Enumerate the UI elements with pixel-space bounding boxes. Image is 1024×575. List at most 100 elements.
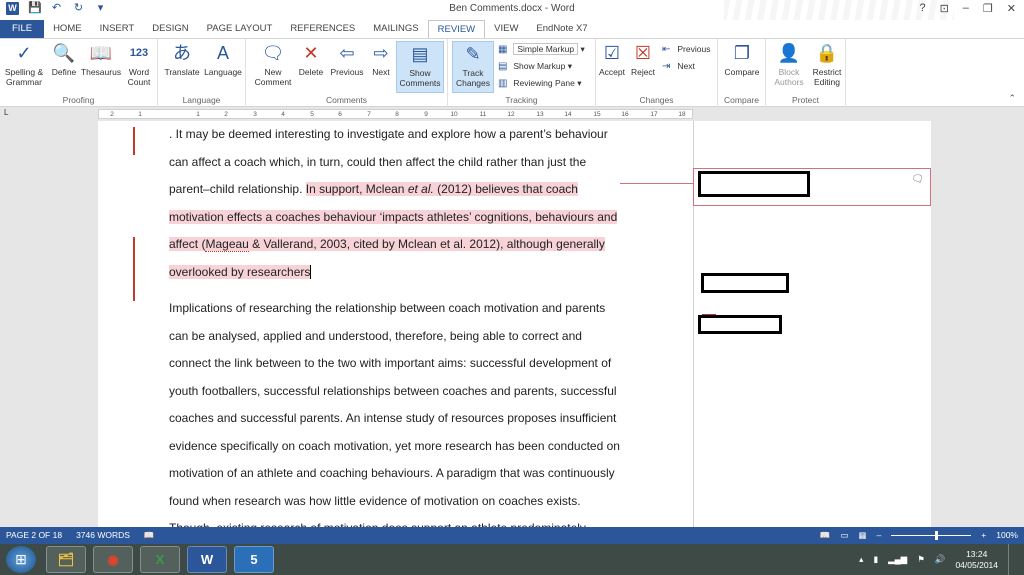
read-mode-icon[interactable]: 📖: [820, 527, 831, 544]
ruler-mark: 13: [536, 111, 544, 118]
proofing-group-label: Proofing: [62, 95, 95, 105]
dropdown-arrow-icon: ▾: [580, 44, 585, 54]
delete-comment-button[interactable]: ✕ Delete: [294, 41, 328, 77]
print-layout-icon[interactable]: ▭: [840, 527, 848, 544]
ribbon-display-button[interactable]: ⊡: [940, 2, 949, 15]
tab-design[interactable]: DESIGN: [143, 20, 197, 38]
zoom-out-icon[interactable]: –: [877, 527, 882, 544]
previous-change-button[interactable]: ⇤ Previous: [662, 42, 710, 57]
ruler-mark: 7: [367, 111, 371, 118]
paragraph-2[interactable]: Implications of researching the relation…: [169, 295, 629, 527]
word-taskbar-button[interactable]: W: [187, 546, 227, 573]
help-button[interactable]: ?: [919, 2, 925, 15]
taskbar-clock[interactable]: 13:24 04/05/2014: [955, 549, 998, 571]
text-line: youth footballers, successful relationsh…: [169, 383, 617, 398]
reject-button[interactable]: ☒ Reject: [628, 41, 658, 77]
reply-comment-icon[interactable]: 🗨: [911, 174, 924, 185]
text-line: found when research was how little evide…: [169, 493, 581, 508]
tab-mailings[interactable]: MAILINGS: [364, 20, 427, 38]
spelling-grammar-button[interactable]: ✓ Spelling & Grammar: [2, 41, 46, 87]
language-group-label: Language: [182, 95, 221, 105]
accept-icon: ☑: [603, 43, 621, 63]
tracking-group-label: Tracking: [505, 95, 538, 105]
text-line: overlooked by researchers: [169, 259, 629, 287]
proofing-group: ✓ Spelling & Grammar 🔍 Define 📖 Thesauru…: [0, 39, 158, 107]
excel-taskbar-button[interactable]: X: [140, 546, 180, 573]
next-comment-icon: ⇨: [373, 43, 389, 63]
reviewing-pane-dropdown[interactable]: ▥ Reviewing Pane ▾: [498, 76, 581, 91]
change-bar: [133, 237, 135, 301]
text-line: connect the link between to the two with…: [169, 356, 612, 370]
show-comments-button[interactable]: ▤ Show Comments: [396, 41, 444, 93]
system-tray: ▴ ▮ ▂▄▆ ⚑ 🔊 13:24 04/05/2014: [859, 544, 1018, 575]
ruler-mark: 2: [224, 111, 228, 118]
word-count[interactable]: 3746 WORDS: [76, 527, 130, 544]
tab-review[interactable]: REVIEW: [427, 20, 486, 38]
previous-comment-icon: ⇦: [339, 43, 355, 63]
compare-button[interactable]: ❐ Compare: [720, 41, 764, 77]
start-button[interactable]: ⊞: [6, 546, 36, 573]
ribbon-tabs: FILE HOME INSERT DESIGN PAGE LAYOUT REFE…: [0, 20, 1024, 38]
restrict-editing-button[interactable]: 🔒 Restrict Editing: [808, 41, 846, 87]
translate-button[interactable]: あ Translate: [162, 41, 202, 77]
track-changes-button[interactable]: ✎ Track Changes: [452, 41, 494, 93]
zoom-slider[interactable]: [891, 531, 972, 540]
word-count-button[interactable]: 123 Word Count: [122, 41, 156, 87]
tab-home[interactable]: HOME: [44, 20, 91, 38]
text-line: Implications of researching the relation…: [169, 301, 606, 315]
protect-group-label: Protect: [792, 95, 819, 105]
show-hidden-icons[interactable]: ▴: [859, 554, 863, 565]
define-button[interactable]: 🔍 Define: [48, 41, 80, 77]
power-icon[interactable]: ▮: [873, 554, 878, 565]
ruler-mark: 12: [507, 111, 515, 118]
commented-text: In support, Mclean et al. (2012) believe…: [305, 182, 578, 196]
tab-file[interactable]: FILE: [0, 20, 45, 38]
web-layout-icon[interactable]: ▦: [859, 527, 867, 544]
flag-icon[interactable]: ⚑: [917, 554, 925, 565]
accept-button[interactable]: ☑ Accept: [596, 41, 628, 77]
app-5-taskbar-button[interactable]: 5: [234, 546, 274, 573]
show-desktop-button[interactable]: [1008, 544, 1018, 575]
zoom-slider-thumb[interactable]: [935, 531, 939, 540]
restore-button[interactable]: ❐: [983, 2, 993, 15]
tab-references[interactable]: REFERENCES: [281, 20, 364, 38]
comments-group: 🗨 New Comment ✕ Delete ⇦ Previous ⇨ Next…: [246, 39, 448, 107]
translate-icon: あ: [173, 43, 191, 63]
zoom-level[interactable]: 100%: [996, 527, 1018, 544]
tab-endnote[interactable]: EndNote X7: [527, 20, 596, 38]
ruler-mark: 18: [678, 111, 686, 118]
tab-view[interactable]: VIEW: [485, 20, 527, 38]
close-button[interactable]: ✕: [1007, 2, 1016, 15]
block-authors-button[interactable]: 👤 Block Authors: [770, 41, 808, 87]
collapse-ribbon-icon[interactable]: ⌃: [1008, 93, 1016, 104]
text-line: can be analysed, applied and understood,…: [169, 328, 582, 343]
ruler-mark: 6: [338, 111, 342, 118]
volume-icon[interactable]: 🔊: [935, 554, 946, 565]
tab-selector[interactable]: L: [4, 108, 8, 117]
minimize-button[interactable]: –: [963, 2, 969, 15]
language-button[interactable]: A Language: [202, 41, 244, 77]
next-comment-button[interactable]: ⇨ Next: [366, 41, 396, 77]
thesaurus-button[interactable]: 📖 Thesaurus: [80, 41, 122, 77]
network-icon[interactable]: ▂▄▆: [888, 554, 907, 565]
chrome-taskbar-button[interactable]: ◉: [93, 546, 133, 573]
next-change-icon: ⇥: [662, 61, 671, 72]
horizontal-ruler[interactable]: 2 1 1 2 3 4 5 6 7 8 9 10 11 12 13 14 15 …: [98, 109, 693, 119]
markup-dropdown[interactable]: ▦ Simple Markup ▾: [498, 42, 585, 57]
page-count[interactable]: PAGE 2 OF 18: [6, 527, 62, 544]
file-explorer-taskbar-button[interactable]: 🗂: [46, 546, 86, 573]
show-comments-icon: ▤: [411, 44, 429, 64]
text-line: coaches and successful parents. An inten…: [169, 411, 617, 425]
ruler-mark: 1: [196, 111, 200, 118]
new-comment-button[interactable]: 🗨 New Comment: [252, 41, 294, 87]
tab-page-layout[interactable]: PAGE LAYOUT: [198, 20, 282, 38]
ruler-mark: 11: [479, 111, 487, 118]
paragraph-1[interactable]: . It may be deemed interesting to invest…: [169, 121, 629, 286]
previous-comment-button[interactable]: ⇦ Previous: [328, 41, 366, 77]
proofing-status-icon[interactable]: 📖: [144, 527, 155, 544]
show-markup-dropdown[interactable]: ▤ Show Markup ▾: [498, 59, 572, 74]
zoom-in-icon[interactable]: +: [981, 527, 986, 544]
commented-text: affect (Mageau & Vallerand, 2003, cited …: [169, 237, 605, 252]
tab-insert[interactable]: INSERT: [91, 20, 144, 38]
next-change-button[interactable]: ⇥ Next: [662, 59, 695, 74]
